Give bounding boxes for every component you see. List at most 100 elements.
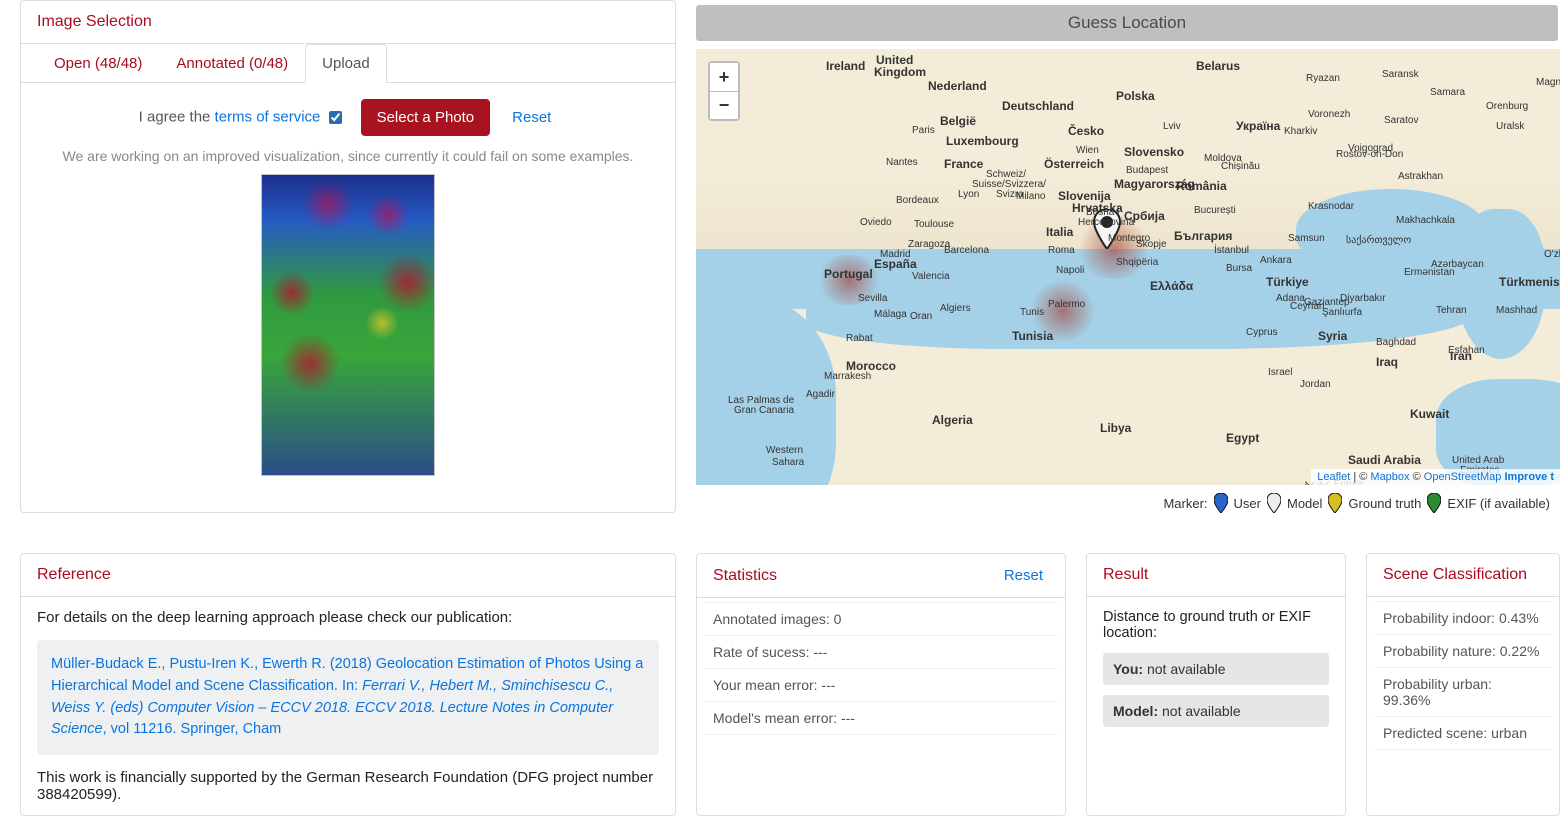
map-label: România — [1176, 179, 1227, 193]
map-label: Lyon — [958, 189, 979, 200]
map-label: Mashhad — [1496, 305, 1537, 316]
osm-link[interactable]: OpenStreetMap — [1424, 471, 1502, 483]
image-selection-card: Image Selection Open (48/48) Annotated (… — [20, 0, 676, 513]
map-label: Magnit — [1536, 77, 1560, 88]
stat-model-mean-error: Model's mean error: --- — [705, 702, 1057, 735]
legend-title: Marker: — [1163, 496, 1207, 511]
upload-reset-button[interactable]: Reset — [506, 108, 557, 127]
scene-predicted: Predicted scene: urban — [1375, 717, 1551, 750]
tabs: Open (48/48) Annotated (0/48) Upload — [21, 44, 675, 83]
map-column: Guess Location IrelandUnitedKingdomBelar… — [696, 0, 1560, 513]
map-label: Česko — [1068, 124, 1104, 138]
zoom-in-button[interactable]: + — [710, 63, 738, 91]
map-label: Astrakhan — [1398, 171, 1443, 182]
result-you: You: not available — [1103, 653, 1329, 685]
map-label: Algeria — [932, 413, 973, 427]
improve-link[interactable]: Improve t — [1504, 471, 1554, 483]
tab-upload[interactable]: Upload — [305, 44, 387, 83]
map-label: O'zbeki — [1544, 249, 1560, 260]
map-label: Baghdad — [1376, 337, 1416, 348]
map-label: Egypt — [1226, 431, 1259, 445]
leaflet-link[interactable]: Leaflet — [1317, 471, 1350, 483]
image-preview-holder — [21, 174, 675, 486]
reference-citation[interactable]: Müller-Budack E., Pustu-Iren K., Ewerth … — [37, 640, 659, 755]
map-label: Algiers — [940, 303, 971, 314]
map-label: Budapest — [1126, 165, 1168, 176]
select-photo-button[interactable]: Select a Photo — [361, 99, 491, 136]
map-label: Nantes — [886, 157, 918, 168]
marker-legend: Marker: User Model Ground truth EXIF (if… — [696, 485, 1560, 513]
map[interactable]: IrelandUnitedKingdomBelarusNederlandBelg… — [696, 49, 1560, 485]
map-label: Zaragoza — [908, 239, 950, 250]
map-label: Oviedo — [860, 217, 892, 228]
map-label: Roma — [1048, 245, 1075, 256]
map-label: Ankara — [1260, 255, 1292, 266]
tos-checkbox[interactable] — [329, 111, 342, 124]
map-label: Madrid — [880, 249, 911, 260]
map-label: Nederland — [928, 79, 987, 93]
map-label: Gran Canaria — [734, 405, 794, 416]
scene-card: Scene Classification Probability indoor:… — [1366, 553, 1560, 816]
model-pin-icon — [1267, 493, 1281, 513]
reference-header: Reference — [21, 554, 675, 597]
zoom-out-button[interactable]: − — [710, 91, 738, 119]
map-label: Azərbaycan — [1431, 259, 1484, 270]
map-label: Oran — [910, 311, 932, 322]
tos-link[interactable]: terms of service — [215, 108, 321, 125]
map-label: Sevilla — [858, 293, 887, 304]
map-title: Guess Location — [696, 5, 1558, 41]
map-label: Kharkiv — [1284, 126, 1317, 137]
map-label: Western — [766, 445, 803, 456]
map-label: Uralsk — [1496, 121, 1524, 132]
zoom-control: + − — [708, 61, 740, 121]
map-label: Iraq — [1376, 355, 1398, 369]
reference-funding: This work is financially supported by th… — [37, 769, 659, 803]
map-label: Kingdom — [874, 65, 926, 79]
map-label: Rabat — [846, 333, 873, 344]
scene-urban: Probability urban: 99.36% — [1375, 668, 1551, 717]
map-label: Luxembourg — [946, 134, 1019, 148]
tab-open[interactable]: Open (48/48) — [37, 44, 159, 83]
mapbox-link[interactable]: Mapbox — [1370, 471, 1409, 483]
map-label: Tunisia — [1012, 329, 1053, 343]
visualization-note: We are working on an improved visualizat… — [21, 144, 675, 174]
map-label: Syria — [1318, 329, 1347, 343]
result-header: Result — [1087, 554, 1345, 597]
map-label: Slovensko — [1124, 145, 1184, 159]
gt-pin-icon — [1328, 493, 1342, 513]
map-label: Deutschland — [1002, 99, 1074, 113]
legend-exif: EXIF (if available) — [1447, 496, 1550, 511]
reference-intro: For details on the deep learning approac… — [37, 609, 659, 626]
map-label: Esfahan — [1448, 345, 1485, 356]
map-label: Italia — [1046, 225, 1073, 239]
map-label: Paris — [912, 125, 935, 136]
map-label: Orenburg — [1486, 101, 1528, 112]
map-label: Bursa — [1226, 263, 1252, 274]
map-label: Türkmenistan — [1499, 275, 1560, 289]
upload-row: I agree the terms of service Select a Ph… — [21, 83, 675, 144]
map-label: Málaga — [874, 309, 907, 320]
map-label: Kuwait — [1410, 407, 1449, 421]
map-attribution: Leaflet | © Mapbox © OpenStreetMap Impro… — [1311, 469, 1560, 485]
map-label: Samsun — [1288, 233, 1325, 244]
legend-model: Model — [1287, 496, 1322, 511]
map-label: Toulouse — [914, 219, 954, 230]
result-card: Result Distance to ground truth or EXIF … — [1086, 553, 1346, 816]
map-label: Palermo — [1048, 299, 1085, 310]
statistics-reset-button[interactable]: Reset — [998, 566, 1049, 585]
map-label: Valencia — [912, 271, 950, 282]
map-label: Cyprus — [1246, 327, 1278, 338]
map-label: Saudi Arabia — [1348, 453, 1421, 467]
map-label: Portugal — [824, 267, 873, 281]
map-label: Agadir — [806, 389, 835, 400]
map-label: Србија — [1124, 209, 1165, 223]
stat-rate: Rate of sucess: --- — [705, 636, 1057, 669]
user-pin-icon — [1214, 493, 1228, 513]
heatmap-image — [261, 174, 435, 476]
stat-annotated: Annotated images: 0 — [705, 602, 1057, 636]
scene-nature: Probability nature: 0.22% — [1375, 635, 1551, 668]
tab-annotated[interactable]: Annotated (0/48) — [159, 44, 305, 83]
image-selection-header: Image Selection — [21, 1, 675, 44]
legend-gt: Ground truth — [1348, 496, 1421, 511]
tos-label: I agree the terms of service — [139, 108, 345, 127]
